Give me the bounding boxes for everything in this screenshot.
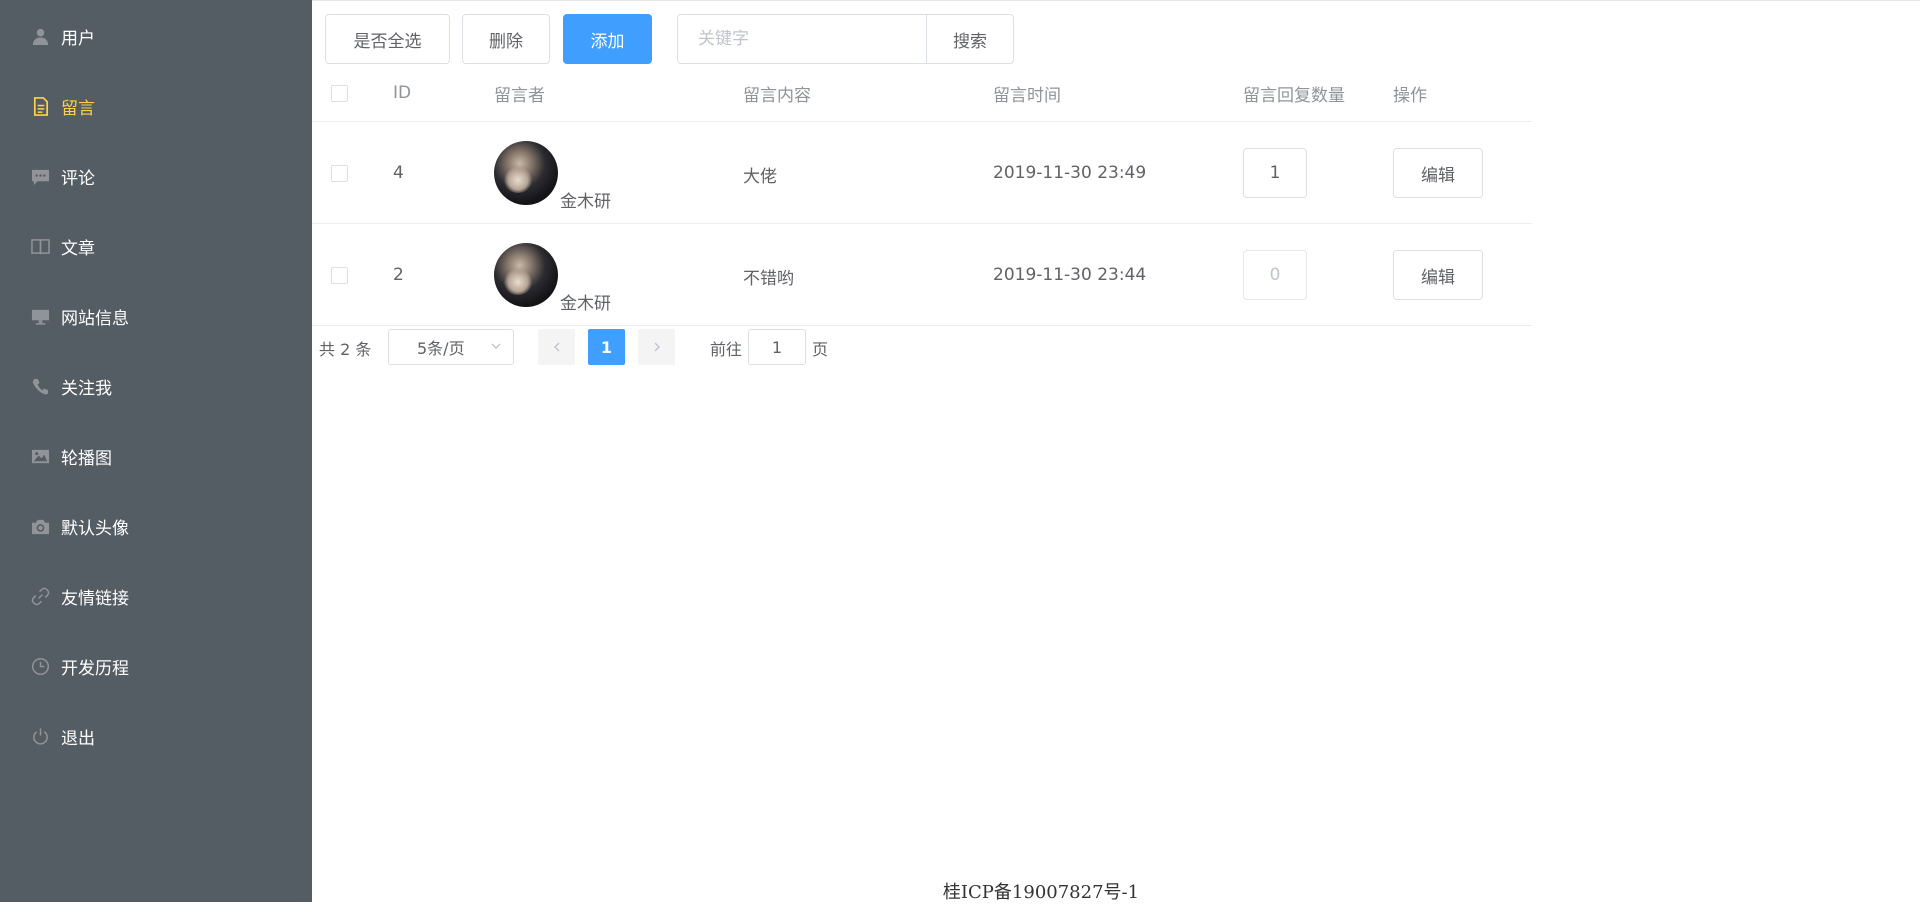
icp-record-link[interactable]: 桂ICP备19007827号-1	[943, 882, 1139, 903]
table-row: 4 金木研 大佬 2019-11-30 23:49 1 编辑	[312, 122, 1532, 224]
delete-button[interactable]: 删除	[462, 14, 550, 64]
chat-icon	[30, 166, 50, 186]
edit-button[interactable]: 编辑	[1393, 148, 1483, 198]
sidebar: 用户 留言 评论 文章 网站信息 关注我 轮播图 默认头像 友情链接 开发历程 …	[0, 0, 312, 902]
search-input[interactable]	[677, 14, 927, 64]
row-time: 2019-11-30 23:49	[993, 163, 1147, 183]
row-content: 大佬	[743, 166, 777, 187]
chevron-right-icon	[654, 342, 660, 352]
sidebar-item-friend-links[interactable]: 友情链接	[0, 568, 312, 624]
sidebar-item-comments[interactable]: 评论	[0, 148, 312, 204]
sidebar-item-carousel[interactable]: 轮播图	[0, 428, 312, 484]
main-content: 是否全选 删除 添加 搜索 ID 留言者 留言内容 留言时间 留言回复数量 操作…	[312, 0, 1920, 904]
pagination-total: 共 2 条	[319, 340, 372, 359]
row-time: 2019-11-30 23:44	[993, 265, 1147, 285]
header-id: ID	[393, 83, 412, 103]
edit-button[interactable]: 编辑	[1393, 250, 1483, 300]
sidebar-item-label: 友情链接	[61, 588, 129, 609]
prev-page-button[interactable]	[538, 329, 575, 365]
reply-count-box[interactable]: 0	[1243, 250, 1307, 300]
sidebar-item-label: 关注我	[61, 378, 112, 399]
page-suffix-label: 页	[812, 340, 829, 359]
picture-icon	[30, 446, 50, 466]
sidebar-item-articles[interactable]: 文章	[0, 218, 312, 274]
sidebar-item-default-avatar[interactable]: 默认头像	[0, 498, 312, 554]
sidebar-item-logout[interactable]: 退出	[0, 708, 312, 764]
sidebar-item-label: 用户	[61, 28, 95, 49]
book-icon	[30, 236, 50, 256]
row-id: 2	[393, 265, 404, 285]
sidebar-item-label: 默认头像	[61, 518, 129, 539]
phone-icon	[30, 376, 50, 396]
header-time: 留言时间	[993, 85, 1061, 106]
user-icon	[30, 26, 50, 46]
search-button[interactable]: 搜索	[926, 14, 1014, 64]
header-content: 留言内容	[743, 85, 811, 106]
header-reply-count: 留言回复数量	[1243, 85, 1345, 106]
row-checkbox[interactable]	[331, 164, 348, 182]
sidebar-item-label: 轮播图	[61, 448, 112, 469]
clock-icon	[30, 656, 50, 676]
sidebar-item-label: 评论	[61, 168, 95, 189]
sidebar-item-follow-me[interactable]: 关注我	[0, 358, 312, 414]
document-icon	[30, 96, 50, 116]
row-content: 不错哟	[743, 268, 794, 289]
sidebar-item-label: 网站信息	[61, 308, 129, 329]
camera-icon	[30, 516, 50, 536]
sidebar-item-users[interactable]: 用户	[0, 8, 312, 64]
page-size-select[interactable]: 5条/页	[388, 329, 514, 365]
header-actions: 操作	[1393, 85, 1427, 106]
sidebar-item-label: 开发历程	[61, 658, 129, 679]
sidebar-item-site-info[interactable]: 网站信息	[0, 288, 312, 344]
table-header: ID 留言者 留言内容 留言时间 留言回复数量 操作	[312, 64, 1532, 122]
goto-label: 前往	[710, 340, 743, 359]
next-page-button[interactable]	[638, 329, 675, 365]
footer: 桂ICP备19007827号-1	[312, 878, 1920, 904]
goto-page-input[interactable]: 1	[748, 329, 806, 365]
select-all-button[interactable]: 是否全选	[325, 14, 450, 64]
sidebar-item-dev-history[interactable]: 开发历程	[0, 638, 312, 694]
header-author: 留言者	[494, 85, 545, 106]
reply-count-box[interactable]: 1	[1243, 148, 1307, 198]
page-size-value: 5条/页	[417, 339, 465, 358]
power-icon	[30, 726, 50, 746]
sidebar-item-label: 退出	[61, 728, 95, 749]
sidebar-item-messages[interactable]: 留言	[0, 78, 312, 134]
table-row: 2 金木研 不错哟 2019-11-30 23:44 0 编辑	[312, 224, 1532, 326]
add-button[interactable]: 添加	[563, 14, 652, 64]
chevron-down-icon	[491, 343, 501, 349]
row-id: 4	[393, 163, 404, 183]
sidebar-item-label: 留言	[61, 98, 95, 119]
avatar	[494, 243, 558, 307]
messages-table: ID 留言者 留言内容 留言时间 留言回复数量 操作 4 金木研 大佬 2019…	[312, 64, 1532, 326]
select-all-checkbox[interactable]	[331, 84, 348, 102]
row-checkbox[interactable]	[331, 266, 348, 284]
sidebar-item-label: 文章	[61, 238, 95, 259]
chevron-left-icon	[553, 342, 559, 352]
pagination: 共 2 条 5条/页 1 前往 1 页	[312, 326, 1312, 366]
page-number-current[interactable]: 1	[588, 329, 625, 365]
link-icon	[30, 586, 50, 606]
monitor-icon	[30, 306, 50, 326]
avatar	[494, 141, 558, 205]
